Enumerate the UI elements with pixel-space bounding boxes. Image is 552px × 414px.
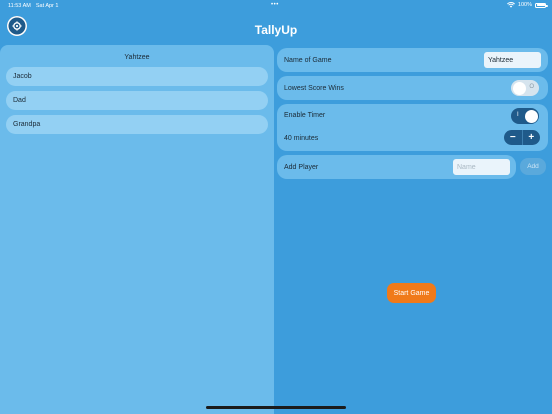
name-of-game-label: Name of Game [284, 57, 332, 64]
status-date: Sat Apr 1 [35, 3, 59, 9]
status-time: 11:53 AM [8, 3, 31, 9]
player-name: Dad [13, 97, 26, 104]
battery-percent: 100% [517, 2, 532, 8]
wifi-icon [507, 2, 515, 8]
timer-value: 40 minutes [284, 135, 319, 142]
toggle-knob [524, 109, 538, 123]
player-row-jacob[interactable]: Jacob [6, 67, 268, 86]
game-settings-panel: Name of Game Yahtzee Lowest Score Wins O… [274, 45, 552, 414]
add-player-input[interactable]: Name [453, 159, 510, 175]
toggle-off-mark: O [529, 84, 534, 90]
status-bar: 11:53 AM Sat Apr 1 ••• 100% [0, 0, 552, 12]
toggle-on-mark: I [517, 112, 519, 118]
enable-timer-label: Enable Timer [284, 112, 326, 119]
player-row-dad[interactable]: Dad [6, 91, 268, 110]
enable-timer-toggle[interactable]: I [511, 108, 539, 124]
stepper-minus-button[interactable]: − [504, 130, 522, 145]
add-player-label: Add Player [284, 164, 319, 171]
start-game-button[interactable]: Start Game [387, 283, 436, 303]
battery-icon [535, 2, 548, 8]
app-title: TallyUp [254, 23, 298, 37]
stepper-plus-button[interactable]: + [523, 130, 541, 145]
status-right: 100% [507, 2, 548, 8]
game-title-header: Yahtzee [124, 54, 150, 61]
player-list-panel: Yahtzee Jacob Dad Grandpa [0, 45, 274, 414]
home-indicator[interactable] [206, 406, 346, 409]
name-of-game-input[interactable]: Yahtzee [484, 52, 541, 68]
lowest-score-toggle[interactable]: O [511, 80, 539, 96]
player-name: Jacob [13, 73, 32, 80]
timer-row: Enable Timer I 40 minutes − + [277, 104, 548, 151]
name-of-game-row: Name of Game Yahtzee [277, 48, 548, 72]
add-player-row: Add Player Name [277, 155, 516, 179]
lowest-score-label: Lowest Score Wins [284, 85, 344, 92]
player-name: Grandpa [13, 121, 41, 128]
timer-stepper: − + [504, 130, 540, 145]
lowest-score-row: Lowest Score Wins O [277, 76, 548, 100]
toggle-knob [512, 81, 526, 95]
status-time-date: 11:53 AM Sat Apr 1 [8, 3, 58, 9]
multitasking-dots-icon[interactable]: ••• [271, 2, 279, 8]
player-row-grandpa[interactable]: Grandpa [6, 115, 268, 134]
add-player-button[interactable]: Add [520, 158, 546, 175]
